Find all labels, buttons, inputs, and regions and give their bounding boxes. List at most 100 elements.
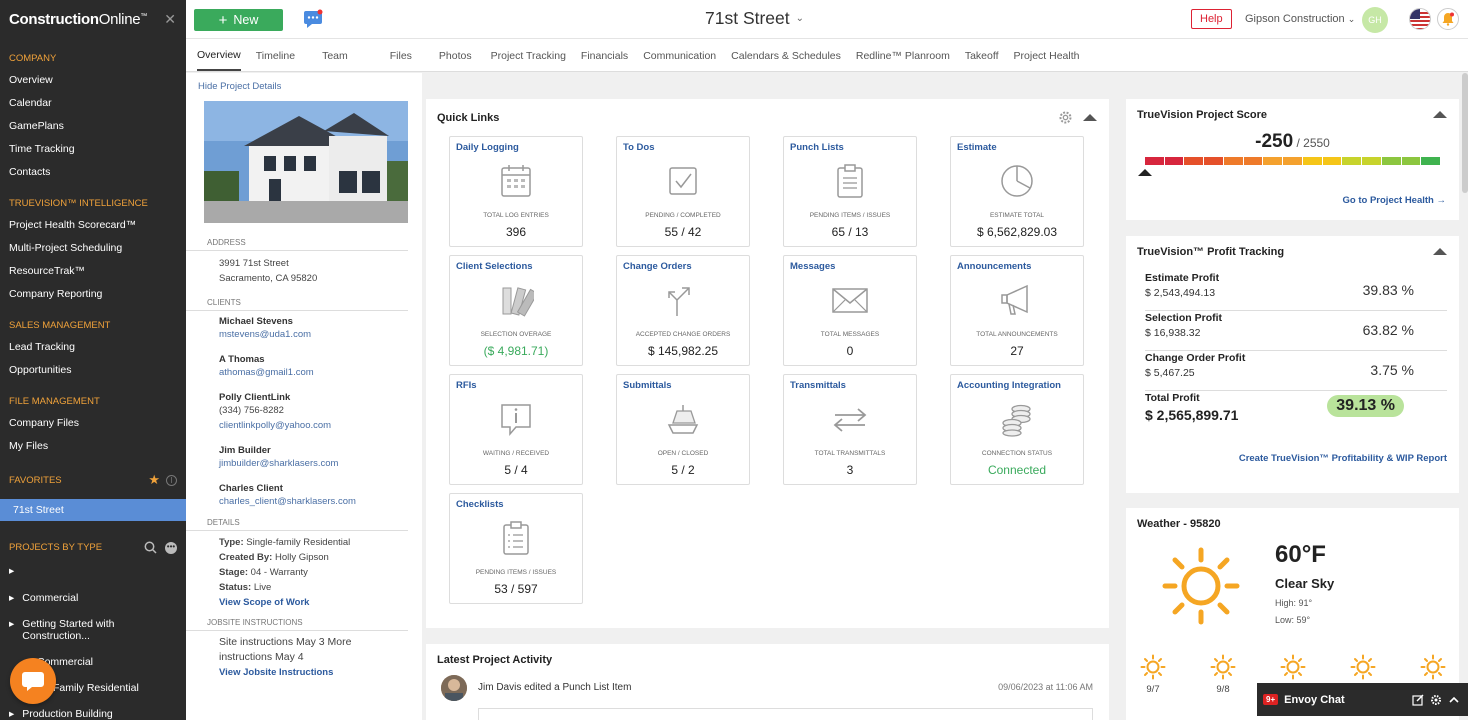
tab-project-tracking[interactable]: Project Tracking xyxy=(491,40,566,70)
quick-link-accounting-integration[interactable]: Accounting Integration CONNECTION STATUS… xyxy=(950,374,1084,485)
tab-financials[interactable]: Financials xyxy=(581,40,628,70)
collapse-icon[interactable] xyxy=(1433,111,1447,118)
tab-timeline[interactable]: Timeline xyxy=(256,40,295,70)
client-email[interactable]: charles_client@sharklasers.com xyxy=(186,494,422,510)
close-icon[interactable]: ✕ xyxy=(164,11,176,28)
quick-link-daily-logging[interactable]: Daily Logging TOTAL LOG ENTRIES 396 xyxy=(449,136,583,247)
client-name: Jim Builder xyxy=(219,445,271,456)
profit-row-total: Total Profit $ 2,565,899.71 39.13 % xyxy=(1145,392,1447,432)
tab-files[interactable]: Files xyxy=(390,40,412,70)
quick-link-checklists[interactable]: Checklists PENDING ITEMS / ISSUES 53 / 5… xyxy=(449,493,583,604)
tab-takeoff[interactable]: Takeoff xyxy=(965,40,999,70)
tree-item-label: Family Residential xyxy=(53,682,139,694)
tree-item-getting-started[interactable]: ▸ Getting Started with Construction... xyxy=(0,612,186,647)
tree-item-production-building[interactable]: ▸ Production Building xyxy=(0,702,186,720)
logo-text-sub: Online xyxy=(98,11,141,28)
tab-calendars-schedules[interactable]: Calendars & Schedules xyxy=(731,40,841,70)
sidebar-item-overview[interactable]: Overview xyxy=(0,69,186,92)
us-flag-icon[interactable] xyxy=(1409,8,1431,30)
client-email[interactable]: jimbuilder@sharklasers.com xyxy=(186,456,422,472)
app-logo[interactable]: ConstructionOnline™ xyxy=(9,11,147,28)
star-icon[interactable]: ★ xyxy=(148,472,160,488)
tab-redline-planroom[interactable]: Redline™ Planroom xyxy=(856,40,950,70)
gear-icon[interactable] xyxy=(1058,110,1073,125)
quick-link-submittals[interactable]: Submittals OPEN / CLOSED 5 / 2 xyxy=(616,374,750,485)
quick-link-announcements[interactable]: Announcements TOTAL ANNOUNCEMENTS 27 xyxy=(950,255,1084,366)
plus-icon: + xyxy=(218,11,228,29)
pie-chart-icon xyxy=(1001,165,1033,197)
project-title-dropdown[interactable]: 71st Street ⌄ xyxy=(705,8,804,29)
sidebar-item-multi-project-scheduling[interactable]: Multi-Project Scheduling xyxy=(0,237,186,260)
quick-link-client-selections[interactable]: Client Selections SELECTION OVERAGE ($ 4… xyxy=(449,255,583,366)
sidebar-item-calendar[interactable]: Calendar xyxy=(0,92,186,115)
info-icon[interactable]: i xyxy=(166,474,177,486)
sidebar-item-lead-tracking[interactable]: Lead Tracking xyxy=(0,336,186,359)
go-to-project-health-link[interactable]: Go to Project Health → xyxy=(1343,195,1446,206)
sidebar-item-opportunities[interactable]: Opportunities xyxy=(0,359,186,382)
sidebar-heading-sales: SALES MANAGEMENT xyxy=(9,320,111,331)
collapse-icon[interactable] xyxy=(1083,114,1097,121)
chevron-down-icon: ⌄ xyxy=(795,13,805,24)
sidebar-item-contacts[interactable]: Contacts xyxy=(0,161,186,184)
sidebar-favorite-71st-street[interactable]: 71st Street xyxy=(0,499,186,521)
card-label: CONNECTION STATUS xyxy=(981,450,1053,457)
quick-link-transmittals[interactable]: Transmittals TOTAL TRANSMITTALS 3 xyxy=(783,374,917,485)
help-button[interactable]: Help xyxy=(1191,9,1232,29)
quick-link-change-orders[interactable]: Change Orders ACCEPTED CHANGE ORDERS $ 1… xyxy=(616,255,750,366)
jobsite-instructions-label: JOBSITE INSTRUCTIONS xyxy=(186,618,408,631)
client-email[interactable]: clientlinkpolly@yahoo.com xyxy=(186,418,422,434)
tab-photos[interactable]: Photos xyxy=(439,40,472,70)
client-email[interactable]: athomas@gmail1.com xyxy=(186,365,422,381)
tree-item[interactable]: ▸ xyxy=(0,559,186,582)
sidebar-item-project-health-scorecard[interactable]: Project Health Scorecard™ xyxy=(0,214,186,237)
messages-icon[interactable] xyxy=(303,9,323,29)
hide-project-details-link[interactable]: Hide Project Details xyxy=(186,73,422,100)
tree-item-commercial[interactable]: ▸ Commercial xyxy=(0,586,186,609)
sidebar-item-time-tracking[interactable]: Time Tracking xyxy=(0,138,186,161)
user-name: Gipson Construction xyxy=(1245,13,1345,25)
arrows-exchange-icon xyxy=(833,408,867,432)
forecast-day xyxy=(1418,654,1448,684)
sidebar-item-company-files[interactable]: Company Files xyxy=(0,412,186,435)
quick-link-messages[interactable]: Messages TOTAL MESSAGES 0 xyxy=(783,255,917,366)
caret-right-icon: ▸ xyxy=(9,592,15,604)
client-email[interactable]: mstevens@uda1.com xyxy=(186,327,422,343)
project-photo[interactable] xyxy=(204,101,408,223)
chevron-up-icon[interactable] xyxy=(1448,694,1460,706)
envoy-chat-bar[interactable]: 9+ Envoy Chat xyxy=(1257,683,1468,716)
sidebar-item-resourcetrak[interactable]: ResourceTrak™ xyxy=(0,260,186,283)
quick-link-estimate[interactable]: Estimate ESTIMATE TOTAL $ 6,562,829.03 xyxy=(950,136,1084,247)
collapse-icon[interactable] xyxy=(1433,248,1447,255)
sidebar-item-gameplans[interactable]: GamePlans xyxy=(0,115,186,138)
card-value: 3 xyxy=(846,463,854,477)
edit-icon[interactable] xyxy=(1412,694,1424,706)
view-jobsite-instructions-link[interactable]: View Jobsite Instructions xyxy=(186,665,422,680)
tab-communication[interactable]: Communication xyxy=(643,40,716,70)
activity-detail-box[interactable] xyxy=(478,708,1093,720)
more-icon[interactable]: ••• xyxy=(165,541,177,554)
avatar[interactable]: GH xyxy=(1362,7,1388,33)
jobsite-text: Site instructions May 3 More xyxy=(219,636,352,648)
sun-icon xyxy=(1210,654,1236,680)
bell-icon[interactable] xyxy=(1437,8,1459,30)
scrollbar[interactable] xyxy=(1462,73,1468,193)
sidebar-item-company-reporting[interactable]: Company Reporting xyxy=(0,283,186,306)
create-profitability-report-link[interactable]: Create TrueVision™ Profitability & WIP R… xyxy=(1239,453,1447,464)
score-gauge-segment xyxy=(1204,157,1223,165)
tab-team[interactable]: Team xyxy=(322,40,348,70)
forecast-day xyxy=(1278,654,1308,684)
user-menu[interactable]: Gipson Construction ⌄ xyxy=(1245,13,1355,25)
chat-bubble-button[interactable] xyxy=(10,658,56,704)
quick-link-to-dos[interactable]: To Dos PENDING / COMPLETED 55 / 42 xyxy=(616,136,750,247)
sidebar-item-my-files[interactable]: My Files xyxy=(0,435,186,458)
score-value: -250 xyxy=(1255,131,1294,152)
quick-link-punch-lists[interactable]: Punch Lists PENDING ITEMS / ISSUES 65 / … xyxy=(783,136,917,247)
activity-date: 09/06/2023 at 11:06 AM xyxy=(998,682,1093,692)
search-icon[interactable] xyxy=(144,541,157,554)
new-button[interactable]: + New xyxy=(194,9,283,31)
view-scope-link[interactable]: View Scope of Work xyxy=(186,595,422,610)
quick-link-rfis[interactable]: RFIs WAITING / RECEIVED 5 / 4 xyxy=(449,374,583,485)
gear-icon[interactable] xyxy=(1430,694,1442,706)
tab-overview[interactable]: Overview xyxy=(197,39,241,71)
tab-project-health[interactable]: Project Health xyxy=(1014,40,1080,70)
